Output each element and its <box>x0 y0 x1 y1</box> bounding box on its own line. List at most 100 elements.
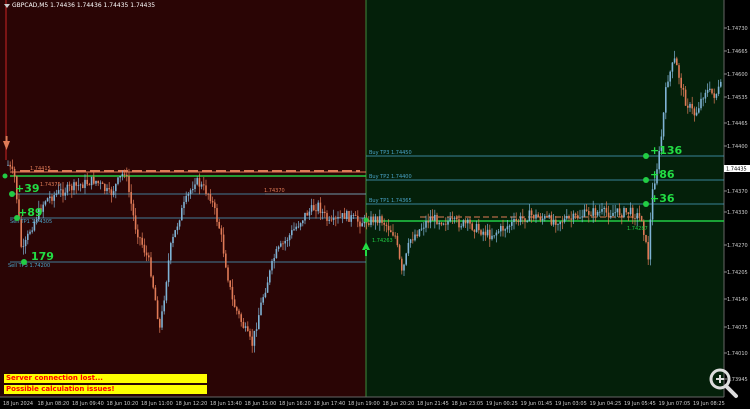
candle-body <box>51 196 53 201</box>
symbol-header[interactable]: GBPCAD,M5 1.74436 1.74436 1.74435 1.7443… <box>4 2 155 9</box>
level-label-tp2: Buy TP2 1.74400 <box>369 174 412 180</box>
candle-body <box>689 103 691 108</box>
candle-body <box>176 226 179 231</box>
candle-body <box>84 179 86 189</box>
candle-body <box>537 214 539 217</box>
candle-body <box>295 226 297 230</box>
candle-body <box>161 311 163 328</box>
candle-body <box>621 215 623 218</box>
candle-body <box>561 221 564 223</box>
candle-body <box>528 210 531 222</box>
pip-label-r1: +136 <box>650 144 683 157</box>
candle-body <box>462 220 465 227</box>
candle-body <box>154 287 157 301</box>
pip-marker-r1 <box>643 153 649 159</box>
price-axis-label: 1.74665 <box>727 49 748 55</box>
price-axis-label: 1.74140 <box>727 297 748 303</box>
candle-body <box>605 207 608 213</box>
candle-body <box>145 252 148 256</box>
candle-body <box>634 218 636 219</box>
candle-body <box>277 246 280 250</box>
candle-body <box>544 216 546 219</box>
candle-body <box>209 194 212 202</box>
candle-body <box>106 188 108 192</box>
candle-body <box>524 218 526 222</box>
candle-body <box>577 215 579 219</box>
candle-body <box>172 237 174 244</box>
price-axis-label: 1.74730 <box>727 26 748 32</box>
candle-body <box>392 232 394 236</box>
candle-body <box>130 191 132 204</box>
candle-body <box>442 223 445 225</box>
candle-body <box>401 258 403 271</box>
pip-label-r2: +86 <box>650 168 675 181</box>
candle-body <box>75 182 77 186</box>
candle-body <box>513 218 515 223</box>
candle-body <box>90 176 93 186</box>
candle-body <box>680 77 682 88</box>
time-axis-label: 19 Jun 03:05 <box>555 401 587 407</box>
candle-body <box>143 244 146 253</box>
candle-body <box>698 108 700 113</box>
candle-body <box>255 329 258 331</box>
candle-body <box>482 231 484 235</box>
candle-body <box>46 198 49 202</box>
candle-body <box>273 258 275 261</box>
candle-body <box>64 192 66 196</box>
candle-body <box>662 112 665 137</box>
candle-body <box>304 212 306 221</box>
candle-body <box>678 65 680 78</box>
candle-body <box>458 219 460 228</box>
candle-body <box>139 237 141 239</box>
candle-body <box>150 257 152 277</box>
candle-body <box>383 222 385 225</box>
candle-body <box>671 62 674 72</box>
candle-body <box>337 217 339 219</box>
candle-body <box>616 208 619 213</box>
candle-body <box>346 211 348 219</box>
candle-body <box>324 211 326 214</box>
candle-body <box>159 318 161 328</box>
candle-body <box>79 184 82 186</box>
candle-body <box>445 223 447 225</box>
candle-body <box>579 217 581 219</box>
candle-body <box>339 217 341 218</box>
candle-body <box>134 215 137 230</box>
candle-body <box>379 216 381 223</box>
candle-body <box>495 232 498 236</box>
candle-body <box>713 93 715 98</box>
candle-body <box>460 226 462 228</box>
level-label-left-mid: 1.74370 <box>264 188 285 194</box>
candle-body <box>436 214 438 225</box>
dropdown-arrow-icon[interactable] <box>4 3 10 8</box>
time-axis-label: 19 Jun 08:25 <box>693 401 725 407</box>
candle-body <box>73 182 75 191</box>
candle-body <box>640 215 643 222</box>
candle-body <box>607 212 610 218</box>
candle-body <box>196 178 198 185</box>
candle-body <box>548 215 550 217</box>
pip-label-2: +89 <box>18 206 43 219</box>
candle-body <box>555 219 557 225</box>
candle-body <box>438 222 440 225</box>
price-chart[interactable]: 1.74415 1.74375 1.74370 Sell TP1 1.74305… <box>0 0 750 409</box>
candle-body <box>717 86 720 94</box>
zoom-icon[interactable] <box>706 366 746 400</box>
candle-body <box>222 234 225 254</box>
candle-body <box>453 217 456 219</box>
time-axis-label: 18 Jun 21:45 <box>417 401 449 407</box>
candle-body <box>407 242 410 254</box>
candle-body <box>178 220 181 227</box>
candle-body <box>374 216 377 223</box>
candle-body <box>638 213 641 216</box>
candle-body <box>152 276 154 288</box>
price-axis-label: 1.74535 <box>727 95 748 101</box>
candle-body <box>700 98 702 109</box>
candle-body <box>141 237 143 245</box>
candle-body <box>225 253 227 268</box>
candle-body <box>269 270 271 283</box>
candle-body <box>95 180 97 184</box>
candle-body <box>328 219 330 221</box>
candle-body <box>242 321 245 328</box>
candle-body <box>335 217 337 219</box>
